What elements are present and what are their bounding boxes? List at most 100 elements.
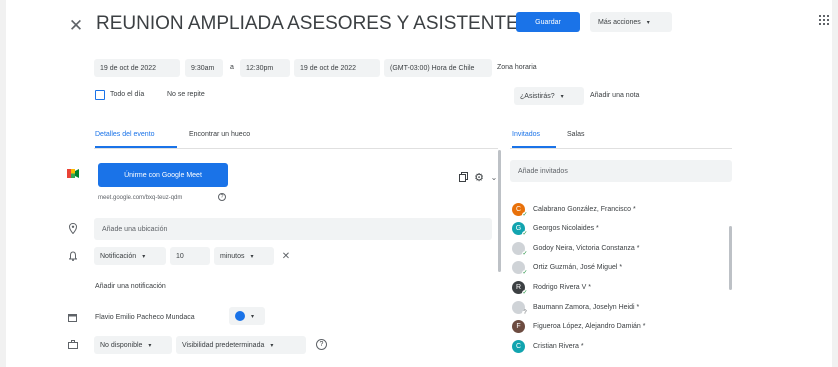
notification-unit-label: minutos	[220, 252, 245, 260]
guest-name: Cristian Rivera *	[533, 342, 584, 350]
add-notification-link[interactable]: Añadir una notificación	[95, 283, 166, 290]
guest-row[interactable]: ✓ Ortiz Guzmán, José Miguel *	[512, 259, 623, 276]
avatar: ?	[512, 300, 528, 316]
bell-icon	[68, 250, 78, 261]
location-placeholder: Añade una ubicación	[102, 225, 168, 233]
avatar: G ✓	[512, 221, 528, 237]
guest-name: Rodrigo Rivera V *	[533, 283, 591, 291]
calendar-color-dot	[235, 311, 245, 321]
remove-notification-icon[interactable]: ✕	[280, 250, 292, 262]
pending-icon: ?	[522, 309, 528, 316]
chevron-down-icon: ▾	[646, 19, 650, 26]
guest-name: Godoy Neira, Victoria Constanza *	[533, 244, 640, 252]
guest-name: Baumann Zamora, Joselyn Heidi *	[533, 303, 640, 311]
chevron-down-icon: ▾	[251, 313, 255, 320]
guest-row[interactable]: C ✓ Calabrano González, Francisco *	[512, 201, 636, 218]
notification-value: 10	[176, 252, 184, 260]
add-guests-input[interactable]: Añade invitados	[510, 160, 732, 182]
timezone-link[interactable]: Zona horaria	[497, 64, 537, 71]
add-note-link[interactable]: Añadir una nota	[590, 92, 639, 99]
save-button-label: Guardar	[535, 18, 561, 26]
more-actions-button[interactable]: Más acciones ▾	[590, 12, 672, 32]
rsvp-label: ¿Asistirás?	[520, 92, 555, 100]
chevron-down-icon: ▾	[560, 93, 564, 100]
apps-grid-icon[interactable]	[818, 14, 830, 26]
save-button[interactable]: Guardar	[516, 12, 580, 32]
tabs-divider	[94, 148, 498, 149]
avatar: R ✓	[512, 280, 528, 296]
guest-name: Ortiz Guzmán, José Miguel *	[533, 263, 623, 271]
start-time-field[interactable]: 9:30am	[185, 59, 223, 77]
guest-name: Georgos Nicolaides *	[533, 224, 599, 232]
avatar: ✓	[512, 260, 528, 276]
chevron-down-icon: ▾	[142, 253, 146, 260]
calendar-owner-name: Flavio Emilio Pacheco Mundaca	[95, 314, 195, 321]
end-date-field[interactable]: 19 de oct de 2022	[294, 59, 380, 77]
chevron-down-icon: ▾	[270, 342, 274, 349]
start-date-value: 19 de oct de 2022	[100, 64, 157, 72]
accepted-check-icon: ✓	[522, 211, 528, 218]
timezone-field[interactable]: (GMT-03:00) Hora de Chile	[384, 59, 492, 77]
add-guests-placeholder: Añade invitados	[518, 167, 568, 175]
details-scrollbar[interactable]	[498, 150, 501, 272]
meet-link[interactable]: meet.google.com/bxq-teuz-qdm	[98, 195, 182, 201]
close-icon[interactable]: ✕	[68, 16, 84, 36]
gear-icon[interactable]: ⚙	[473, 171, 485, 184]
notification-unit-dropdown[interactable]: minutos ▾	[214, 247, 274, 265]
guest-name: Calabrano González, Francisco *	[533, 205, 636, 213]
all-day-checkbox[interactable]	[95, 90, 105, 100]
event-title-input[interactable]: REUNION AMPLIADA ASESORES Y ASISTENTES S	[96, 13, 549, 35]
guest-row[interactable]: ? Baumann Zamora, Joselyn Heidi *	[512, 299, 640, 316]
guest-row[interactable]: G ✓ Georgos Nicolaides *	[512, 220, 599, 237]
notification-type-label: Notificación	[100, 252, 137, 260]
accepted-check-icon: ✓	[522, 230, 528, 237]
help-icon[interactable]: ?	[316, 339, 327, 350]
calendar-color-dropdown[interactable]: ▾	[229, 307, 265, 325]
availability-label: No disponible	[100, 341, 143, 349]
visibility-label: Visibilidad predeterminada	[182, 341, 265, 349]
availability-dropdown[interactable]: No disponible ▾	[94, 336, 172, 354]
chevron-down-icon: ▾	[250, 253, 254, 260]
notification-type-dropdown[interactable]: Notificación ▾	[94, 247, 166, 265]
time-separator: a	[230, 64, 234, 71]
all-day-label: Todo el día	[110, 91, 145, 98]
avatar: C ✓	[512, 202, 528, 218]
guests-tabs-divider	[510, 148, 732, 149]
tab-event-details[interactable]: Detalles del evento	[95, 131, 155, 138]
tab-guests[interactable]: Invitados	[512, 131, 540, 138]
tab-find-time[interactable]: Encontrar un hueco	[189, 131, 250, 138]
briefcase-icon	[67, 339, 78, 350]
copy-icon[interactable]	[458, 172, 468, 182]
accepted-check-icon: ✓	[522, 269, 528, 276]
more-actions-label: Más acciones	[598, 18, 641, 26]
guest-name: Figueroa López, Alejandro Damián *	[533, 322, 646, 330]
guest-row[interactable]: ✓ Godoy Neira, Victoria Constanza *	[512, 240, 640, 257]
join-meet-button[interactable]: Únirme con Google Meet	[98, 163, 228, 187]
location-input[interactable]: Añade una ubicación	[94, 218, 492, 240]
join-meet-label: Únirme con Google Meet	[124, 171, 202, 179]
guest-row[interactable]: R ✓ Rodrigo Rivera V *	[512, 279, 591, 296]
notification-value-input[interactable]: 10	[170, 247, 210, 265]
timezone-value: (GMT-03:00) Hora de Chile	[390, 64, 475, 72]
start-time-value: 9:30am	[191, 64, 215, 72]
chevron-down-icon: ▾	[148, 342, 152, 349]
guest-row[interactable]: F Figueroa López, Alejandro Damián *	[512, 318, 645, 334]
end-time-field[interactable]: 12:30pm	[240, 59, 290, 77]
end-time-value: 12:30pm	[246, 64, 274, 72]
end-date-value: 19 de oct de 2022	[300, 64, 357, 72]
google-meet-icon	[67, 168, 79, 178]
guest-list-scrollbar[interactable]	[729, 226, 732, 290]
calendar-icon	[67, 312, 78, 323]
avatar: ✓	[512, 241, 528, 257]
visibility-dropdown[interactable]: Visibilidad predeterminada ▾	[176, 336, 306, 354]
avatar: F	[512, 319, 525, 333]
tab-rooms[interactable]: Salas	[567, 131, 585, 138]
repeat-dropdown[interactable]: No se repite	[167, 91, 205, 98]
start-date-field[interactable]: 19 de oct de 2022	[94, 59, 180, 77]
avatar: C	[512, 339, 525, 353]
help-icon[interactable]: ?	[218, 193, 226, 201]
location-pin-icon	[68, 222, 78, 234]
guest-row[interactable]: C Cristian Rivera *	[512, 338, 584, 354]
accepted-check-icon: ✓	[522, 289, 528, 296]
rsvp-dropdown[interactable]: ¿Asistirás? ▾	[514, 87, 584, 105]
